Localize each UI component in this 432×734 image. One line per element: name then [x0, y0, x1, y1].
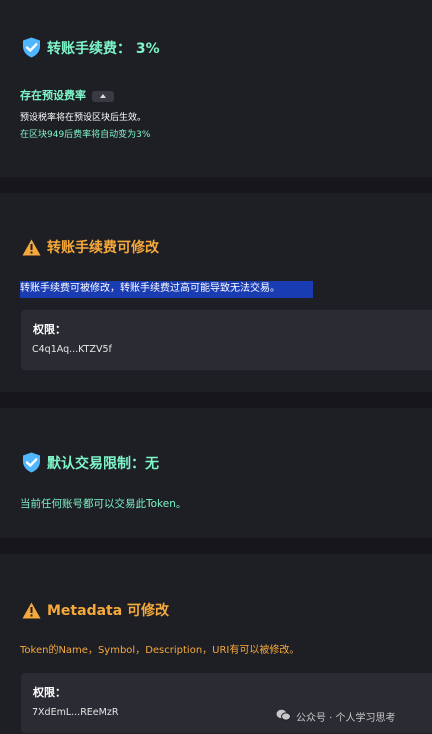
preset-rate-note: 在区块949后费率将自动变为3% — [20, 130, 151, 140]
metadata-card: Metadata 可修改 Token的Name，Symbol，Descripti… — [0, 554, 432, 734]
fee-title-row: 转账手续费： 3% — [22, 37, 160, 58]
preset-rate-row: 存在预设费率 — [20, 89, 114, 103]
trade-limit-card: 默认交易限制：无 当前任何账号都可以交易此Token。 — [0, 408, 432, 538]
warning-icon — [22, 239, 41, 256]
permission-label: 权限： — [33, 323, 66, 336]
fee-mod-title: 转账手续费可修改 — [47, 240, 159, 256]
preset-rate-label: 存在预设费率 — [20, 89, 86, 102]
metadata-permission-box: 权限： 7XdEmL...REeMzR — [21, 673, 432, 733]
watermark-text: 公众号 · 个人学习思考 — [296, 713, 396, 724]
preset-rate-desc: 预设税率将在预设区块后生效。 — [20, 113, 147, 123]
trade-limit-title-row: 默认交易限制：无 — [22, 452, 159, 473]
metadata-title-row: Metadata 可修改 — [22, 600, 169, 620]
fee-mod-desc: 转账手续费可被修改，转账手续费过高可能导致无法交易。 — [20, 283, 280, 294]
shield-check-icon — [22, 37, 41, 58]
fee-mod-permission-box: 权限： C4q1Aq...KTZV5f — [21, 310, 432, 370]
shield-check-icon — [22, 452, 41, 473]
trade-limit-title: 默认交易限制：无 — [47, 455, 159, 472]
permission-address[interactable]: 7XdEmL...REeMzR — [32, 707, 118, 718]
metadata-title: Metadata 可修改 — [47, 603, 170, 619]
trade-limit-desc: 当前任何账号都可以交易此Token。 — [20, 498, 187, 510]
fee-mod-title-row: 转账手续费可修改 — [22, 237, 159, 257]
metadata-desc: Token的Name，Symbol，Description，URI有可以被修改。 — [20, 645, 300, 656]
permission-address[interactable]: C4q1Aq...KTZV5f — [32, 344, 112, 355]
watermark: 公众号 · 个人学习思考 — [276, 709, 396, 724]
permission-label: 权限： — [33, 686, 66, 699]
wechat-icon — [276, 709, 291, 724]
expand-toggle-button[interactable] — [92, 90, 114, 102]
fee-title: 转账手续费： 3% — [47, 40, 160, 57]
fee-card: 转账手续费： 3% 存在预设费率 预设税率将在预设区块后生效。 在区块949后费… — [0, 0, 432, 177]
warning-icon — [22, 602, 41, 619]
